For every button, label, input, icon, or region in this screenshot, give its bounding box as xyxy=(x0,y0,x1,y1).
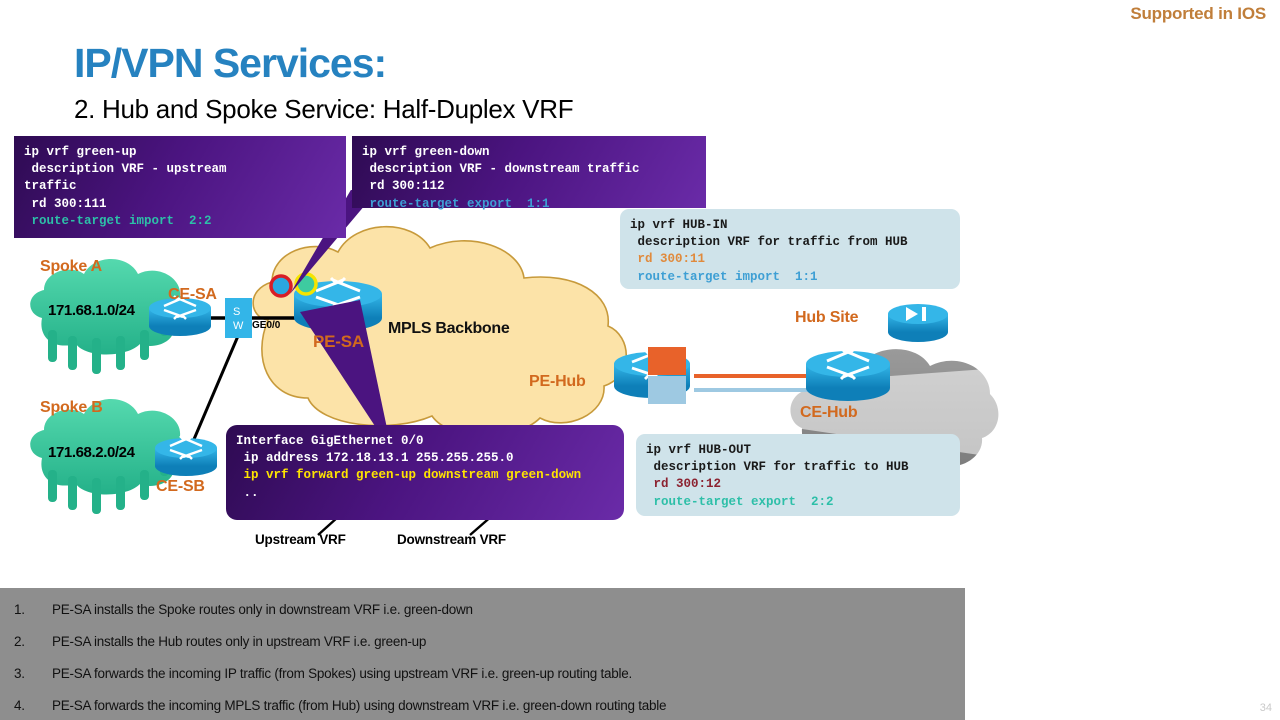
code-line: rd 300:112 xyxy=(362,179,445,194)
switch-label-s: S xyxy=(233,306,241,318)
spoke-a-label: Spoke A xyxy=(40,258,103,275)
router-ce-hub xyxy=(806,346,890,401)
code-box-hub-out: ip vrf HUB-OUT description VRF for traff… xyxy=(636,434,960,516)
pe-sa-label: PE-SA xyxy=(313,332,364,351)
code-box-interface: Interface GigEthernet 0/0 ip address 172… xyxy=(226,425,624,520)
switch-sw xyxy=(225,298,252,338)
code-frag: downstream xyxy=(416,468,507,483)
code-line: rd 300:11 xyxy=(630,252,706,267)
code-line: ip vrf HUB-IN xyxy=(630,218,728,232)
bullet-number: 1. xyxy=(14,602,25,617)
bullet-text: PE-SA forwards the incoming IP traffic (… xyxy=(52,666,633,681)
bullet-text: PE-SA installs the Hub routes only in up… xyxy=(52,634,427,649)
page-number: 34 xyxy=(1259,702,1272,714)
code-line: ip vrf green-down xyxy=(362,145,490,159)
code-line: traffic xyxy=(24,179,77,194)
media-device xyxy=(888,304,948,342)
code-box-green-up: ip vrf green-up description VRF - upstre… xyxy=(14,136,346,238)
spoke-b-label: Spoke B xyxy=(40,399,103,416)
router-pe-hub xyxy=(614,347,690,404)
code-box-hub-in: ip vrf HUB-IN description VRF for traffi… xyxy=(620,209,960,289)
pehub-blue-tag xyxy=(648,376,686,404)
bullet-text: PE-SA forwards the incoming MPLS traffic… xyxy=(52,698,667,713)
code-box-green-down: ip vrf green-down description VRF - down… xyxy=(352,136,706,211)
marker-red-circle xyxy=(269,274,293,298)
marker-yellow-circle xyxy=(294,272,318,296)
code-line: route-target export 1:1 xyxy=(362,196,550,211)
code-line: ip vrf HUB-OUT xyxy=(646,443,752,457)
code-line: description VRF - downstream traffic xyxy=(362,162,640,177)
notes-panel: 1. PE-SA installs the Spoke routes only … xyxy=(0,588,965,720)
code-line: description VRF - upstream xyxy=(24,162,227,177)
code-line: Interface GigEthernet 0/0 xyxy=(236,434,424,448)
code-frag: ip vrf forward xyxy=(236,468,357,483)
code-frag-green-up: green-up xyxy=(356,468,417,483)
code-line: rd 300:12 xyxy=(646,477,722,492)
pehub-orange-tag xyxy=(648,347,686,375)
mpls-backbone-label: MPLS Backbone xyxy=(388,320,510,337)
spoke-b-network-label: 171.68.2.0/24 xyxy=(48,444,135,461)
bullet-number: 3. xyxy=(14,666,25,681)
page-subtitle: 2. Hub and Spoke Service: Half-Duplex VR… xyxy=(74,94,574,124)
hub-site-label: Hub Site xyxy=(795,309,859,326)
code-line: .. xyxy=(236,485,259,500)
code-line: route-target import 2:2 xyxy=(24,213,212,228)
code-line: description VRF for traffic from HUB xyxy=(630,235,908,250)
code-line: rd 300:111 xyxy=(24,196,107,211)
code-line: ip address 172.18.13.1 255.255.255.0 xyxy=(236,451,514,466)
bullet-number: 2. xyxy=(14,634,25,649)
code-line: ip vrf green-up xyxy=(24,145,137,159)
switch-label-w: W xyxy=(233,320,244,332)
ce-sa-label: CE-SA xyxy=(168,286,217,303)
code-line: route-target import 1:1 xyxy=(630,269,818,284)
code-line: route-target export 2:2 xyxy=(646,494,834,509)
interface-ge00-label: GE0/0 xyxy=(252,320,281,331)
pause-bar-icon xyxy=(922,307,926,321)
bullet-number: 4. xyxy=(14,698,25,713)
code-line: description VRF for traffic to HUB xyxy=(646,460,909,475)
pe-hub-label: PE-Hub xyxy=(529,373,586,390)
bullet-text: PE-SA installs the Spoke routes only in … xyxy=(52,602,473,617)
spoke-a-network-label: 171.68.1.0/24 xyxy=(48,302,135,319)
upstream-vrf-label: Upstream VRF xyxy=(255,532,346,547)
ce-sb-label: CE-SB xyxy=(156,478,205,495)
downstream-vrf-label: Downstream VRF xyxy=(397,532,506,547)
router-ce-sb xyxy=(155,435,217,476)
code-line-vrf-forward: ip vrf forward green-up downstream green… xyxy=(236,468,582,483)
supported-in-ios-label: Supported in IOS xyxy=(1130,4,1266,23)
ce-hub-label: CE-Hub xyxy=(800,404,858,421)
code-frag-green-down: green-down xyxy=(506,468,582,483)
page-title: IP/VPN Services: xyxy=(74,40,387,86)
